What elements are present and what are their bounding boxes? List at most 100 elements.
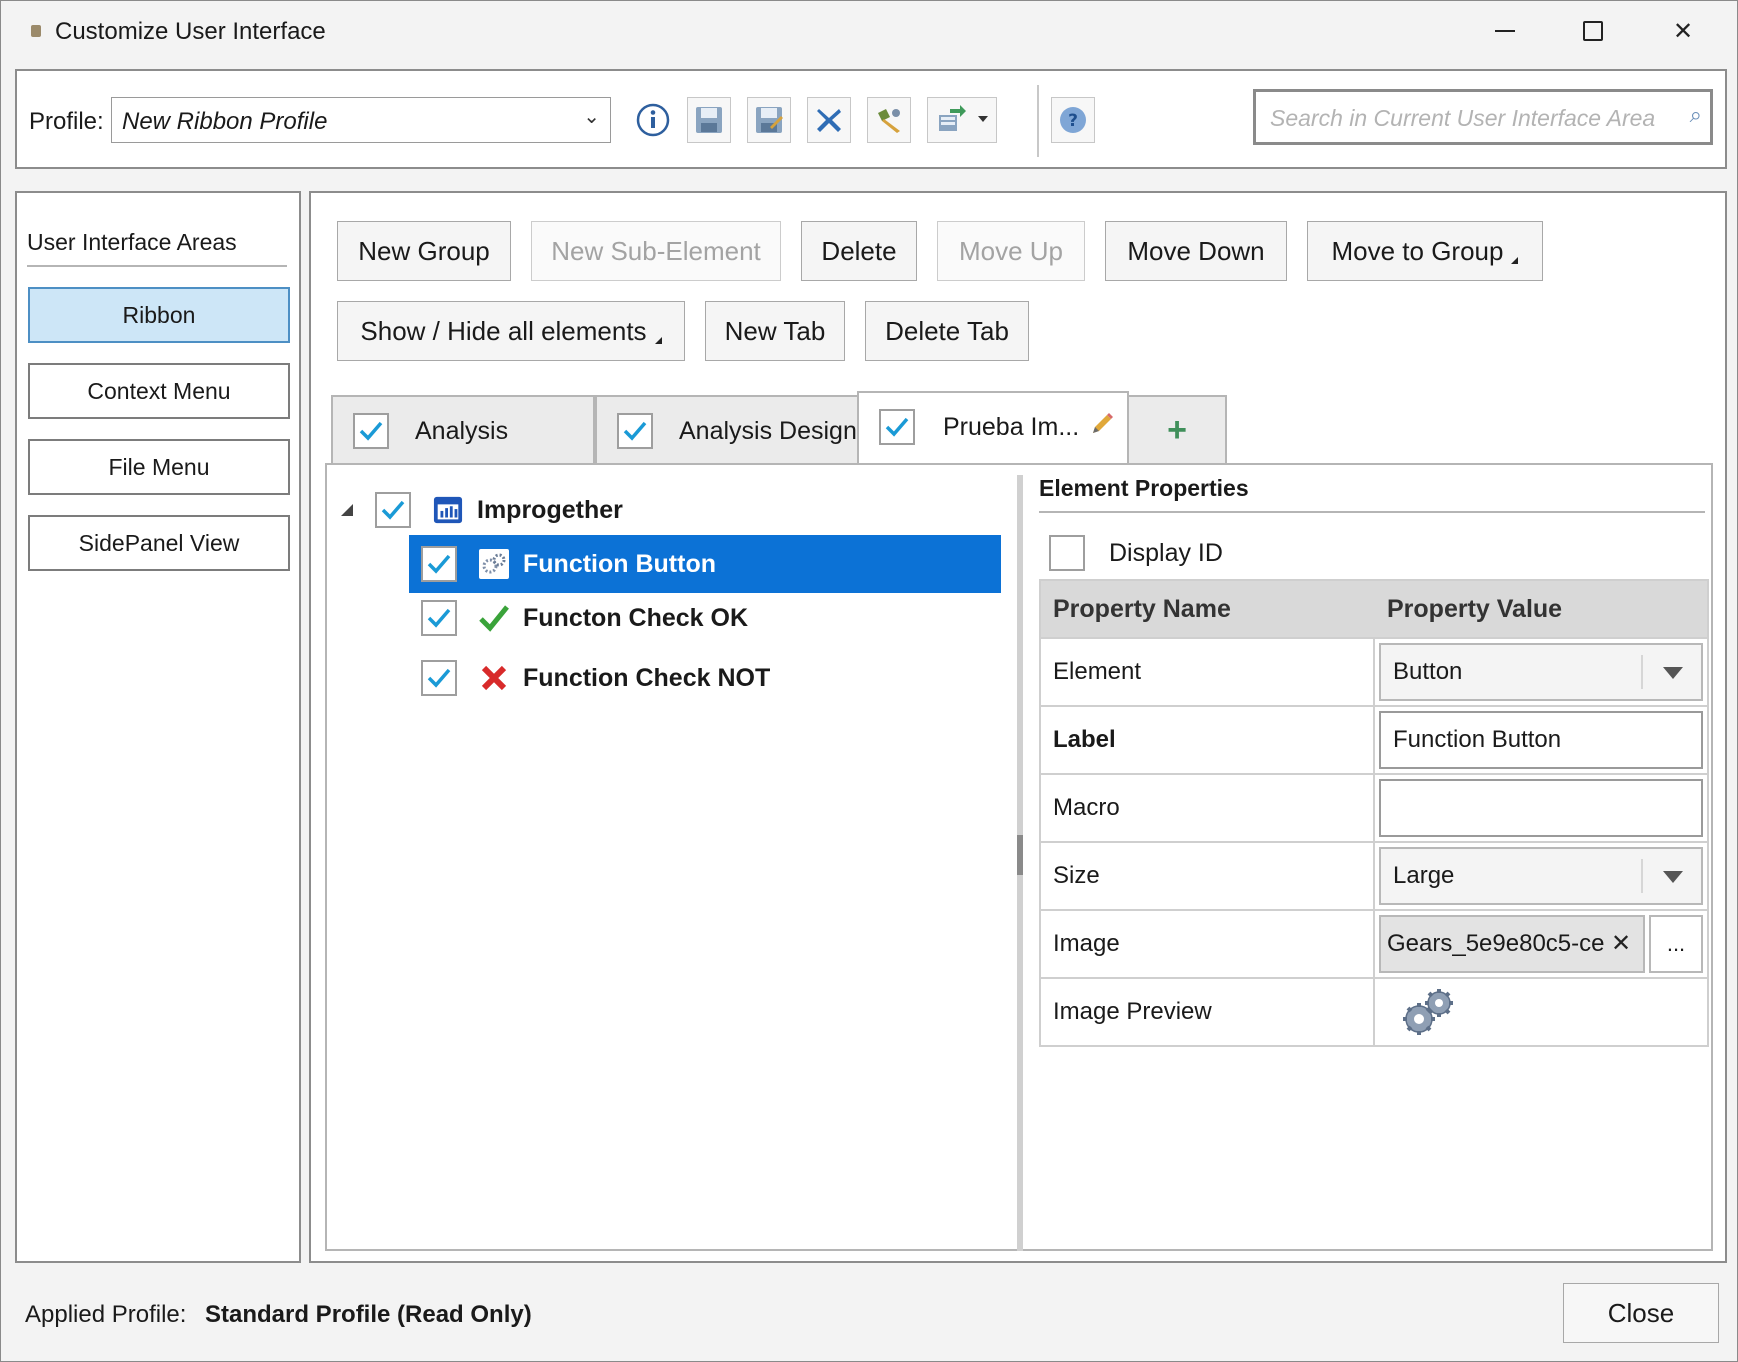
dropdown-triangle-icon bbox=[1511, 256, 1519, 264]
help-button[interactable]: ? bbox=[1051, 97, 1095, 143]
checkmark-icon bbox=[359, 421, 383, 441]
delete-tab-button[interactable]: Delete Tab bbox=[865, 301, 1029, 361]
property-grid-header: Property Name Property Value bbox=[1041, 581, 1707, 637]
close-button[interactable]: Close bbox=[1563, 1283, 1719, 1343]
label-input[interactable]: Function Button bbox=[1379, 711, 1703, 769]
tree-group-checkbox[interactable] bbox=[375, 492, 411, 528]
element-type-select[interactable]: Button bbox=[1379, 643, 1703, 701]
show-hide-all-label: Show / Hide all elements bbox=[360, 315, 647, 346]
tree-item-checkbox[interactable] bbox=[421, 660, 457, 696]
tab-analysis-design-label: Analysis Design bbox=[679, 417, 857, 445]
size-select[interactable]: Large bbox=[1379, 847, 1703, 905]
save-profile-button[interactable] bbox=[687, 97, 731, 143]
save-as-profile-button[interactable] bbox=[747, 97, 791, 143]
checkmark-icon bbox=[427, 608, 451, 628]
expand-triangle-icon[interactable] bbox=[341, 504, 353, 516]
tree-item-functon-check-ok[interactable]: Functon Check OK bbox=[409, 589, 1001, 647]
property-row-image-preview: Image Preview bbox=[1041, 977, 1707, 1045]
combo-separator bbox=[1641, 655, 1643, 689]
profile-select-value: New Ribbon Profile bbox=[122, 108, 328, 135]
toolbar-separator bbox=[1037, 85, 1039, 157]
area-ribbon-button[interactable]: Ribbon bbox=[28, 287, 290, 343]
app-icon bbox=[31, 25, 41, 37]
profile-select[interactable]: New Ribbon Profile ⌄ bbox=[111, 97, 611, 143]
delete-button[interactable]: Delete bbox=[801, 221, 917, 281]
tree-item-checkbox[interactable] bbox=[421, 546, 457, 582]
move-to-group-button[interactable]: Move to Group bbox=[1307, 221, 1543, 281]
new-sub-element-button[interactable]: New Sub-Element bbox=[531, 221, 781, 281]
chevron-down-icon bbox=[1663, 667, 1683, 679]
search-input[interactable]: Search in Current User Interface Area ⌕ bbox=[1253, 89, 1713, 145]
browse-image-button[interactable]: ... bbox=[1649, 915, 1703, 973]
macro-input[interactable] bbox=[1379, 779, 1703, 837]
tab-prueba-label: Prueba Im... bbox=[943, 413, 1080, 441]
search-placeholder: Search in Current User Interface Area bbox=[1270, 105, 1656, 131]
ui-areas-panel: User Interface Areas Ribbon Context Menu… bbox=[15, 191, 301, 1263]
size-value: Large bbox=[1393, 862, 1455, 889]
tab-analysis[interactable]: Analysis bbox=[331, 395, 595, 463]
column-header-property-name: Property Name bbox=[1053, 594, 1231, 623]
pencil-icon[interactable] bbox=[1089, 411, 1115, 437]
info-icon bbox=[636, 103, 670, 137]
edit-profile-button[interactable] bbox=[867, 97, 911, 143]
import-export-icon bbox=[939, 105, 966, 131]
property-name: Image Preview bbox=[1041, 979, 1375, 1045]
tab-prueba-checkbox[interactable] bbox=[879, 409, 915, 445]
add-tab-button[interactable]: + bbox=[1127, 395, 1227, 463]
minimize-icon bbox=[1495, 30, 1515, 32]
display-id-checkbox[interactable] bbox=[1049, 535, 1085, 571]
delete-profile-icon bbox=[817, 109, 841, 132]
property-name: Label bbox=[1041, 707, 1375, 773]
gears-preview-icon bbox=[1403, 989, 1453, 1035]
checkmark-icon bbox=[427, 554, 451, 574]
dropdown-triangle-icon bbox=[654, 336, 662, 344]
show-hide-all-button[interactable]: Show / Hide all elements bbox=[337, 301, 685, 361]
move-down-button[interactable]: Move Down bbox=[1105, 221, 1287, 281]
tab-prueba[interactable]: Prueba Im... bbox=[857, 391, 1129, 463]
edit-profile-icon bbox=[878, 109, 900, 133]
window-title: Customize User Interface bbox=[55, 18, 326, 45]
image-path-field[interactable]: Gears_5e9e80c5-ce bbox=[1379, 915, 1645, 973]
splitter-grip[interactable] bbox=[1017, 835, 1023, 875]
move-up-button[interactable]: Move Up bbox=[937, 221, 1085, 281]
new-group-button[interactable]: New Group bbox=[337, 221, 511, 281]
area-file-menu-button[interactable]: File Menu bbox=[28, 439, 290, 495]
tree-item-label: Function Check NOT bbox=[523, 663, 771, 692]
minimize-button[interactable] bbox=[1467, 9, 1543, 53]
combo-separator bbox=[1641, 859, 1643, 893]
tree-item-checkbox[interactable] bbox=[421, 600, 457, 636]
plus-icon: + bbox=[1167, 410, 1187, 449]
ribbon-editor-panel: New Group New Sub-Element Delete Move Up… bbox=[309, 191, 1727, 1263]
import-export-button[interactable] bbox=[927, 97, 997, 143]
property-row-macro: Macro bbox=[1041, 773, 1707, 841]
tree-group-row[interactable]: Improgether bbox=[341, 481, 1001, 539]
delete-profile-button[interactable] bbox=[807, 97, 851, 143]
property-name: Element bbox=[1041, 639, 1375, 705]
clear-image-icon[interactable]: ✕ bbox=[1611, 929, 1631, 958]
tab-analysis-design[interactable]: Analysis Design bbox=[595, 395, 859, 463]
group-icon bbox=[433, 495, 463, 525]
search-icon: ⌕ bbox=[1689, 102, 1702, 127]
close-icon: ✕ bbox=[1672, 17, 1694, 45]
property-grid: Property Name Property Value Element But… bbox=[1039, 579, 1709, 1047]
profile-label: Profile: bbox=[29, 108, 104, 135]
customize-ui-dialog: Customize User Interface ✕ Profile: New … bbox=[0, 0, 1738, 1362]
close-window-button[interactable]: ✕ bbox=[1645, 9, 1721, 53]
properties-title: Element Properties bbox=[1039, 475, 1249, 501]
tree-item-function-button[interactable]: Function Button bbox=[409, 535, 1001, 593]
tab-analysis-checkbox[interactable] bbox=[353, 413, 389, 449]
help-icon: ? bbox=[1060, 107, 1086, 133]
property-name: Image bbox=[1041, 911, 1375, 977]
property-row-image: Image Gears_5e9e80c5-ce ✕ ... bbox=[1041, 909, 1707, 977]
tree-item-label: Function Button bbox=[523, 549, 716, 578]
tree-item-function-check-not[interactable]: Function Check NOT bbox=[409, 649, 1001, 707]
tab-analysis-design-checkbox[interactable] bbox=[617, 413, 653, 449]
property-row-size: Size Large bbox=[1041, 841, 1707, 909]
save-icon bbox=[696, 107, 722, 133]
element-properties-panel: Element Properties Display ID Property N… bbox=[1037, 465, 1713, 1251]
maximize-button[interactable] bbox=[1555, 9, 1631, 53]
area-sidepanel-view-button[interactable]: SidePanel View bbox=[28, 515, 290, 571]
info-button[interactable] bbox=[631, 97, 675, 143]
new-tab-button[interactable]: New Tab bbox=[705, 301, 845, 361]
area-context-menu-button[interactable]: Context Menu bbox=[28, 363, 290, 419]
